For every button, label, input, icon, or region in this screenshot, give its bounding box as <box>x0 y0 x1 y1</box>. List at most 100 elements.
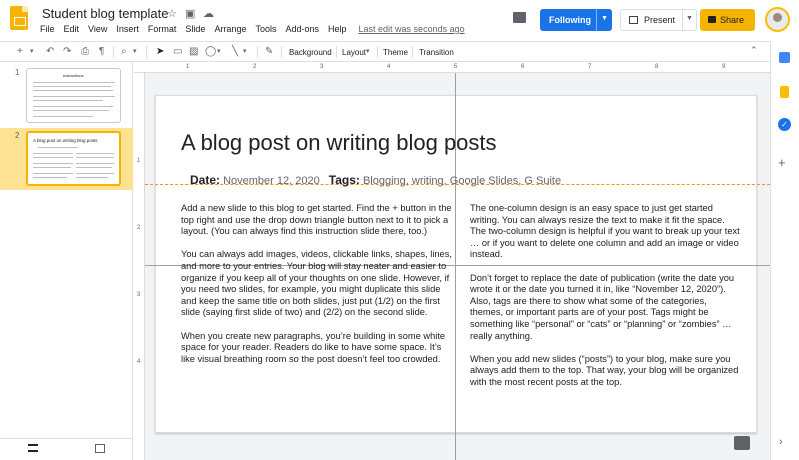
thumbnail-text-line <box>76 167 112 168</box>
side-panel <box>770 41 799 460</box>
shape-icon[interactable]: ◯ <box>205 45 216 59</box>
ruler-mark: 6 <box>521 64 525 70</box>
collapse-menus-icon[interactable]: ⌃ <box>750 45 758 56</box>
share-button[interactable]: Share <box>700 9 755 31</box>
thumbnail-title: A blog post on writing blog posts <box>33 138 98 143</box>
ruler-mark: 4 <box>137 359 141 365</box>
menu-file[interactable]: File <box>40 24 55 38</box>
image-icon[interactable]: ▨ <box>189 45 198 59</box>
select-cursor-icon[interactable]: ➤ <box>156 45 164 59</box>
explore-icon[interactable] <box>734 436 750 450</box>
paint-format-icon[interactable]: ¶ <box>99 45 104 59</box>
keep-icon[interactable] <box>780 86 789 98</box>
ruler-mark: 2 <box>253 64 257 70</box>
menu-slide[interactable]: Slide <box>185 24 205 38</box>
move-folder-icon[interactable]: ▣ <box>185 7 195 20</box>
thumbnail-text-line <box>33 163 73 164</box>
date-label: Date: <box>190 173 221 187</box>
chevron-down-icon[interactable]: ▾ <box>30 45 34 59</box>
following-label: Following <box>549 15 591 25</box>
paragraph: When you add new slides (“posts”) to you… <box>470 353 739 387</box>
document-title[interactable]: Student blog template <box>42 6 168 21</box>
chevron-down-icon[interactable]: ▾ <box>217 45 221 59</box>
star-icon[interactable]: ☆ <box>167 7 177 20</box>
chevron-right-icon[interactable]: › <box>779 436 783 448</box>
thumbnail-text-line <box>33 177 67 178</box>
theme-button[interactable]: Theme <box>383 46 408 60</box>
chevron-down-icon[interactable]: ▾ <box>133 45 137 59</box>
background-button[interactable]: Background <box>289 46 332 60</box>
zoom-icon[interactable]: ⌕ <box>121 45 127 59</box>
add-comment-icon[interactable]: ✎ <box>265 45 273 59</box>
thumbnail-text-line <box>33 90 113 91</box>
ruler-mark: 1 <box>137 158 141 164</box>
chevron-down-icon[interactable]: ▾ <box>366 45 370 59</box>
tags-label: Tags: <box>328 173 360 187</box>
layout-button[interactable]: Layout <box>342 46 366 60</box>
toolbar-divider <box>377 46 378 58</box>
slide-thumbnail-2[interactable]: A blog post on writing blog posts <box>26 131 121 186</box>
tags-value: Blogging, writing, Google Slides, G Suit… <box>362 175 562 187</box>
grid-view-icon[interactable] <box>95 444 105 453</box>
calendar-icon[interactable] <box>779 52 790 63</box>
following-button[interactable]: Following ▼ <box>540 9 612 31</box>
right-text-column[interactable]: The one-column design is an easy space t… <box>470 203 740 400</box>
paragraph: The one-column design is an easy space t… <box>470 203 740 260</box>
filmstrip-view-icon[interactable] <box>28 444 38 452</box>
line-icon[interactable]: ╲ <box>232 45 238 59</box>
filmstrip-view-bar <box>0 438 133 460</box>
paragraph: When you create new paragraphs, you’re b… <box>181 330 446 364</box>
thumbnail-title: Instructions <box>63 73 84 78</box>
menu-bar: File Edit View Insert Format Slide Arran… <box>40 24 474 38</box>
thumbnail-text-line <box>33 116 93 117</box>
thumbnail-text-line <box>33 157 73 158</box>
present-button[interactable]: Present ▼ <box>620 9 697 31</box>
text-box-icon[interactable]: ▭ <box>173 45 182 59</box>
present-icon <box>629 16 638 24</box>
slide-number: 2 <box>15 131 20 140</box>
slide-title[interactable]: A blog post on writing blog posts <box>181 130 497 156</box>
chevron-down-icon[interactable]: ▼ <box>686 15 693 22</box>
date-tags-line[interactable]: Date: November 12, 2020 Tags: Blogging, … <box>190 173 561 187</box>
last-edit-link[interactable]: Last edit was seconds ago <box>359 24 465 38</box>
undo-icon[interactable]: ↶ <box>46 45 54 59</box>
present-label: Present <box>644 15 676 25</box>
redo-icon[interactable]: ↷ <box>63 45 71 59</box>
slide-thumbnail-1[interactable]: Instructions <box>26 68 121 123</box>
date-value: November 12, 2020 <box>223 175 320 187</box>
avatar[interactable] <box>765 7 790 32</box>
thumbnail-text-line <box>76 163 114 164</box>
thumbnail-text-line <box>33 96 115 97</box>
horizontal-ruler: 1 2 3 4 5 6 7 8 9 <box>134 62 770 73</box>
lock-icon <box>708 16 716 23</box>
ruler-mark: 7 <box>588 64 592 70</box>
left-text-column[interactable]: Add a new slide to this blog to get star… <box>181 203 453 377</box>
menu-format[interactable]: Format <box>148 24 177 38</box>
vertical-ruler: 1 2 3 4 <box>134 73 145 460</box>
menu-tools[interactable]: Tools <box>255 24 276 38</box>
tasks-icon[interactable]: ✓ <box>778 118 791 131</box>
add-ons-plus-icon[interactable]: + <box>778 155 786 170</box>
ruler-mark: 9 <box>722 64 726 70</box>
chevron-down-icon[interactable]: ▼ <box>601 15 608 22</box>
menu-edit[interactable]: Edit <box>64 24 80 38</box>
thumbnail-text-line <box>33 167 71 168</box>
cloud-saved-icon[interactable]: ☁ <box>203 7 214 20</box>
menu-insert[interactable]: Insert <box>116 24 139 38</box>
menu-view[interactable]: View <box>88 24 107 38</box>
app-header: Student blog template ☆ ▣ ☁ File Edit Vi… <box>0 0 799 40</box>
menu-help[interactable]: Help <box>328 24 347 38</box>
thumbnail-text-line <box>76 177 108 178</box>
menu-arrange[interactable]: Arrange <box>214 24 246 38</box>
comments-icon[interactable] <box>513 12 526 23</box>
slides-logo-icon[interactable] <box>10 6 28 30</box>
new-slide-icon[interactable]: + <box>17 45 23 59</box>
transition-button[interactable]: Transition <box>419 46 454 60</box>
paragraph: You can always add images, videos, click… <box>181 249 452 318</box>
thumbnail-text-line <box>33 100 103 101</box>
print-icon[interactable]: ⎙ <box>81 45 89 59</box>
chevron-down-icon[interactable]: ▾ <box>243 45 247 59</box>
menu-add-ons[interactable]: Add-ons <box>285 24 319 38</box>
toolbar-divider <box>257 46 258 58</box>
toolbar-divider <box>336 46 337 58</box>
